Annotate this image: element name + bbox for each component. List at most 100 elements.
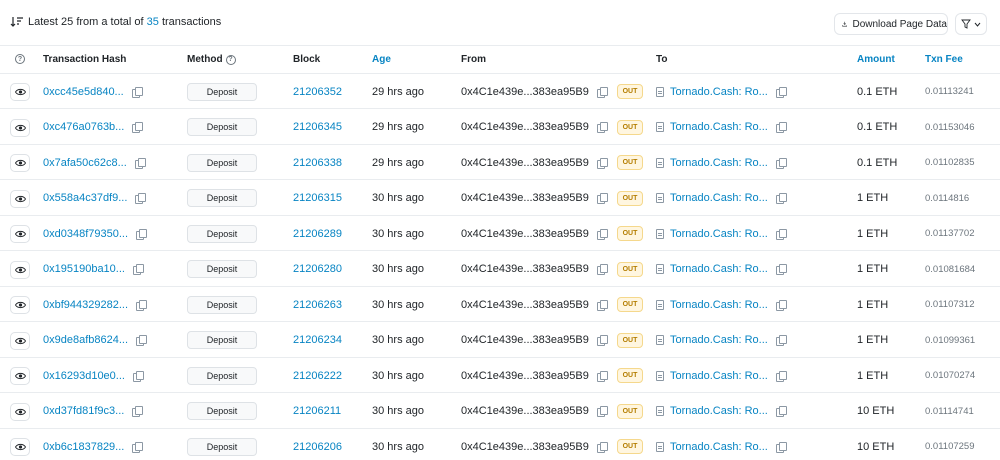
block-link[interactable]: 21206234 [293, 334, 342, 346]
block-link[interactable]: 21206280 [293, 263, 342, 275]
amount-text: 1 ETH [857, 227, 889, 240]
view-details-button[interactable] [10, 225, 30, 243]
copy-icon[interactable] [596, 370, 608, 382]
table-row: 0xd37fd81f9c3... Deposit 21206211 30 hrs ag… [0, 394, 1000, 429]
to-address-link[interactable]: Tornado.Cash: Ro... [670, 334, 768, 346]
to-address-link[interactable]: Tornado.Cash: Ro... [670, 121, 768, 133]
txn-hash-link[interactable]: 0x195190ba10... [43, 263, 125, 275]
copy-icon[interactable] [775, 299, 787, 311]
method-badge: Deposit [187, 295, 257, 314]
copy-icon[interactable] [131, 86, 143, 98]
copy-icon[interactable] [132, 370, 144, 382]
copy-icon[interactable] [775, 86, 787, 98]
method-badge: Deposit [187, 331, 257, 349]
copy-icon[interactable] [775, 228, 787, 240]
view-details-button[interactable] [10, 189, 30, 208]
to-address-link[interactable]: Tornado.Cash: Ro... [670, 370, 768, 382]
copy-icon[interactable] [136, 228, 148, 240]
eye-icon [14, 372, 26, 380]
block-link[interactable]: 21206289 [293, 228, 342, 240]
amount-text: 0.1 ETH [857, 85, 898, 98]
view-details-button[interactable] [10, 260, 30, 279]
copy-icon[interactable] [775, 193, 787, 204]
txn-fee-text: 0.01107259 [925, 441, 975, 452]
copy-icon[interactable] [775, 406, 787, 417]
txn-hash-link[interactable]: 0xcc45e5d840... [43, 86, 124, 98]
copy-icon[interactable] [136, 299, 148, 311]
copy-icon[interactable] [775, 335, 787, 346]
copy-icon[interactable] [132, 122, 144, 133]
view-details-button[interactable] [10, 402, 30, 421]
copy-icon[interactable] [775, 441, 787, 453]
from-address: 0x4C1e439e...383ea95B9 [461, 85, 589, 98]
view-details-button[interactable] [10, 331, 30, 350]
to-address-link[interactable]: Tornado.Cash: Ro... [670, 157, 768, 169]
to-address-link[interactable]: Tornado.Cash: Ro... [670, 405, 768, 417]
from-address: 0x4C1e439e...383ea95B9 [461, 405, 589, 417]
eye-icon [14, 301, 26, 309]
copy-icon[interactable] [596, 228, 608, 240]
copy-icon[interactable] [132, 264, 144, 275]
copy-icon[interactable] [596, 264, 608, 275]
filter-button[interactable] [955, 13, 987, 35]
txn-hash-link[interactable]: 0x558a4c37df9... [43, 192, 127, 204]
copy-icon[interactable] [596, 441, 608, 453]
txn-hash-link[interactable]: 0xc476a0763b... [43, 121, 124, 133]
from-address: 0x4C1e439e...383ea95B9 [461, 440, 589, 453]
block-link[interactable]: 21206206 [293, 441, 342, 453]
copy-icon[interactable] [596, 86, 608, 98]
copy-icon[interactable] [596, 335, 608, 346]
block-link[interactable]: 21206222 [293, 370, 342, 382]
to-address-link[interactable]: Tornado.Cash: Ro... [670, 263, 768, 275]
copy-icon[interactable] [596, 157, 608, 169]
view-details-button[interactable] [10, 367, 30, 385]
view-details-button[interactable] [10, 296, 30, 314]
method-column-header: Method ? [187, 54, 236, 65]
txn-fee-text: 0.0114816 [925, 192, 970, 204]
view-details-button[interactable] [10, 83, 30, 101]
copy-icon[interactable] [596, 193, 608, 204]
txn-hash-link[interactable]: 0xbf944329282... [43, 299, 128, 311]
copy-icon[interactable] [775, 157, 787, 169]
direction-badge: OUT [617, 84, 643, 99]
to-address-link[interactable]: Tornado.Cash: Ro... [670, 228, 768, 240]
view-details-button[interactable] [10, 118, 30, 137]
table-row: 0x7afa50c62c8... Deposit 21206338 29 hrs ag… [0, 145, 1000, 180]
block-link[interactable]: 21206263 [293, 299, 342, 311]
to-address-link[interactable]: Tornado.Cash: Ro... [670, 299, 768, 311]
copy-icon[interactable] [596, 122, 608, 133]
block-link[interactable]: 21206315 [293, 192, 342, 204]
txn-hash-link[interactable]: 0xb6c1837829... [43, 441, 124, 453]
copy-icon[interactable] [136, 335, 148, 346]
block-link[interactable]: 21206345 [293, 121, 342, 133]
copy-icon[interactable] [596, 299, 608, 311]
copy-icon[interactable] [775, 122, 787, 133]
txn-fee-column-header[interactable]: Txn Fee [925, 54, 963, 65]
block-link[interactable]: 21206211 [293, 405, 341, 417]
to-address-link[interactable]: Tornado.Cash: Ro... [670, 192, 768, 204]
to-address-link[interactable]: Tornado.Cash: Ro... [670, 441, 768, 453]
txn-hash-link[interactable]: 0x7afa50c62c8... [43, 157, 127, 169]
copy-icon[interactable] [134, 157, 146, 169]
block-link[interactable]: 21206338 [293, 157, 342, 169]
txn-hash-link[interactable]: 0x9de8afb8624... [43, 334, 128, 346]
download-page-data-button[interactable]: Download Page Data [834, 13, 948, 35]
copy-icon[interactable] [775, 370, 787, 382]
txn-hash-link[interactable]: 0xd37fd81f9c3... [43, 405, 124, 417]
amount-column-header[interactable]: Amount [857, 54, 895, 65]
age-column-header[interactable]: Age [372, 54, 391, 65]
txn-hash-link[interactable]: 0x16293d10e0... [43, 370, 125, 382]
help-icon[interactable]: ? [225, 54, 236, 65]
copy-icon[interactable] [135, 193, 147, 204]
view-details-button[interactable] [10, 438, 30, 456]
copy-icon[interactable] [596, 406, 608, 417]
copy-icon[interactable] [132, 441, 144, 453]
copy-icon[interactable] [132, 406, 144, 417]
to-address-link[interactable]: Tornado.Cash: Ro... [670, 86, 768, 98]
block-link[interactable]: 21206352 [293, 86, 342, 98]
view-details-button[interactable] [10, 154, 30, 172]
contract-icon [656, 299, 664, 310]
txn-hash-link[interactable]: 0xd0348f79350... [43, 228, 128, 240]
copy-icon[interactable] [775, 264, 787, 275]
summary-count-link[interactable]: 35 [147, 16, 159, 28]
